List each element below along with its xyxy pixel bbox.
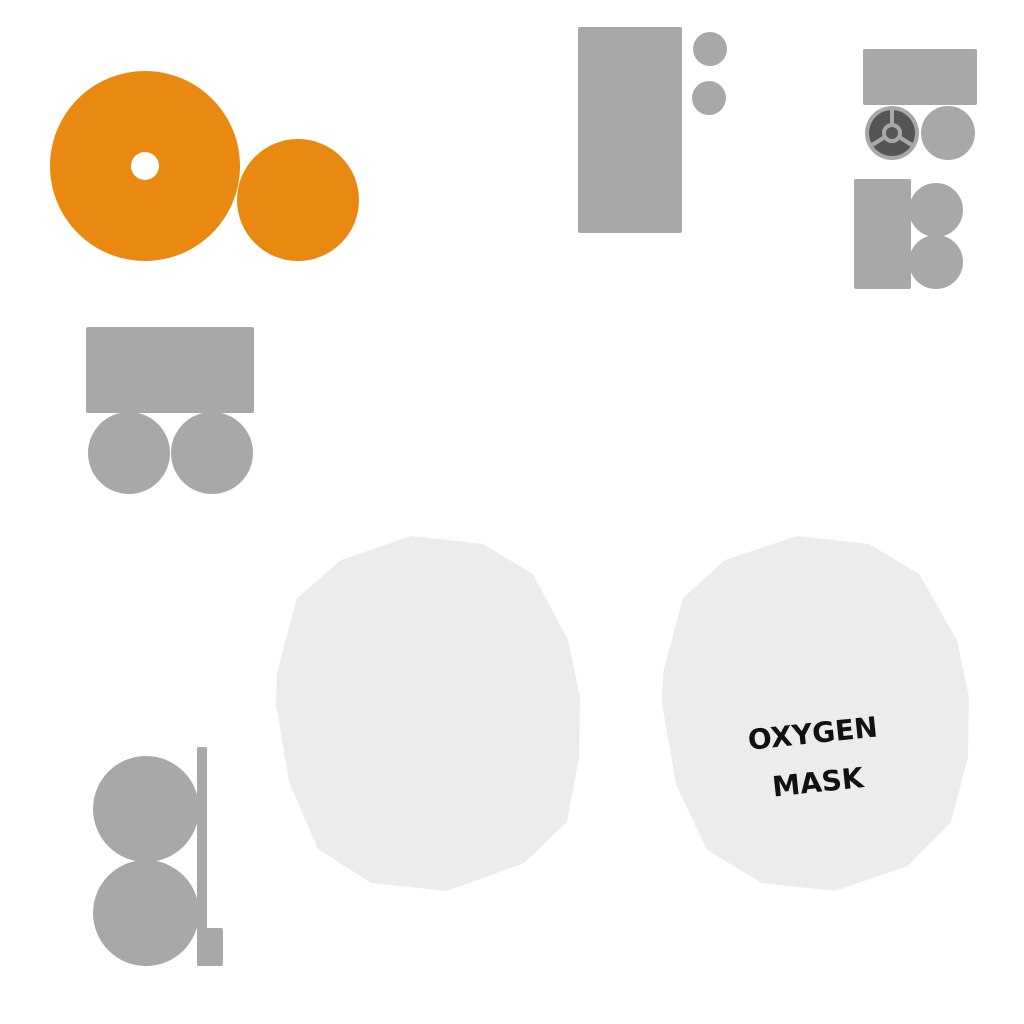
tank-bottom [909, 235, 963, 289]
cylinder-stand[interactable] [93, 747, 223, 966]
tank-top [909, 183, 963, 237]
stacked-tanks[interactable] [854, 179, 963, 289]
cart-wheel-left [88, 412, 170, 494]
reel-small-wheel [237, 139, 359, 261]
sprite-sheet: OXYGEN MASK [50, 27, 977, 966]
cart-top-panel [863, 49, 977, 105]
highlighted-reel[interactable] [50, 71, 359, 261]
cart-wheel-right [171, 412, 253, 494]
cabinet-knob-top [693, 32, 727, 66]
stand-base [197, 928, 223, 966]
tank-block [854, 179, 911, 289]
oxygen-mask-sprite[interactable]: OXYGEN MASK [662, 536, 969, 891]
cabinet-knob-bottom [692, 81, 726, 115]
reel-hub-hole [131, 152, 159, 180]
tall-cabinet-with-knobs[interactable] [578, 27, 727, 233]
cart-body [86, 327, 254, 413]
wheeled-cart[interactable] [86, 327, 254, 494]
blank-mask-sprite[interactable] [276, 536, 580, 891]
cabinet-body [578, 27, 682, 233]
cylinder-bottom [93, 860, 199, 966]
cylinder-top [93, 756, 199, 862]
cart-wheel [921, 106, 975, 160]
valve-icon[interactable] [865, 106, 919, 160]
cart-with-valve[interactable] [863, 49, 977, 160]
